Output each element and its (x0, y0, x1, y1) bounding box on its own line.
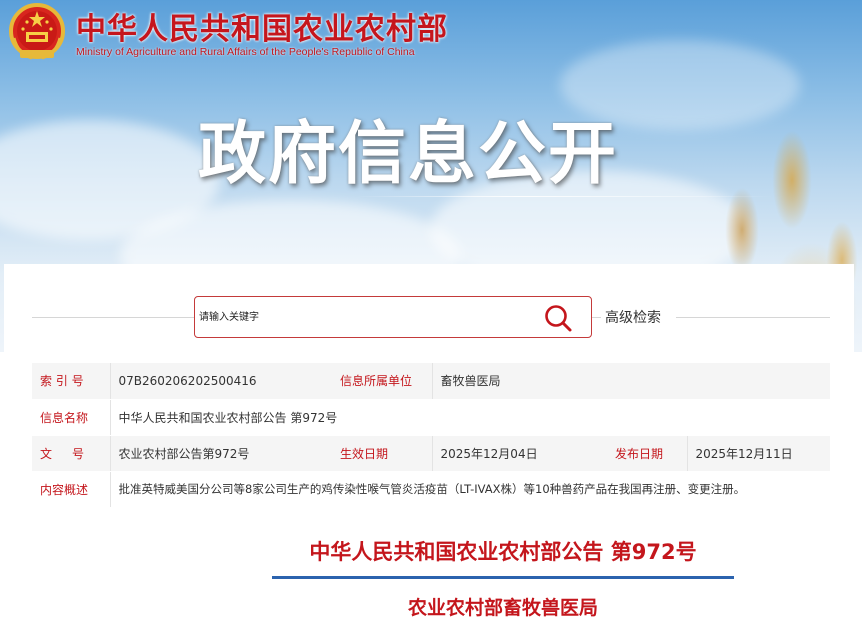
banner-divider (355, 196, 775, 197)
table-row: 内容概述 批准英特威美国分公司等8家公司生产的鸡传染性喉气管炎活疫苗（LT-IV… (32, 471, 830, 508)
ministry-name-en: Ministry of Agriculture and Rural Affair… (76, 46, 415, 58)
national-emblem-icon (9, 3, 65, 60)
ministry-name-cn: 中华人民共和国农业农村部 (76, 12, 448, 47)
publish-date-label: 发布日期 (607, 435, 687, 472)
name-value: 中华人民共和国农业农村部公告 第972号 (109, 399, 830, 436)
advanced-search-link[interactable]: 高级检索 (605, 307, 661, 327)
search-icon[interactable] (543, 303, 573, 333)
search-box (194, 296, 592, 338)
search-divider-left (32, 317, 194, 318)
content-card: 高级检索 索 引 号 07B260206202500416 信息所属单位 畜牧兽… (4, 264, 854, 522)
table-row: 文号 农业农村部公告第972号 生效日期 2025年12月04日 发布日期 20… (32, 435, 830, 472)
table-row: 索 引 号 07B260206202500416 信息所属单位 畜牧兽医局 (32, 363, 830, 400)
search-input[interactable] (199, 307, 529, 327)
search-divider-right (676, 317, 830, 318)
name-label: 信息名称 (32, 399, 110, 436)
info-table: 索 引 号 07B260206202500416 信息所属单位 畜牧兽医局 信息… (32, 363, 830, 508)
effective-date-label: 生效日期 (332, 435, 432, 472)
document-divider (272, 576, 734, 579)
summary-label: 内容概述 (32, 471, 110, 508)
publish-date-value: 2025年12月11日 (686, 435, 830, 472)
document-title: 中华人民共和国农业农村部公告 第972号 (309, 540, 697, 564)
banner-title: 政府信息公开 (198, 115, 619, 194)
index-label: 索 引 号 (32, 363, 110, 400)
unit-value: 畜牧兽医局 (431, 363, 830, 400)
search-divider-mid (592, 317, 601, 318)
summary-value: 批准英特威美国分公司等8家公司生产的鸡传染性喉气管炎活疫苗（LT-IVAX株）等… (109, 471, 830, 508)
doc-number-value: 农业农村部公告第972号 (109, 435, 332, 472)
document-issuer: 农业农村部畜牧兽医局 (407, 597, 598, 619)
index-value: 07B260206202500416 (109, 363, 332, 400)
unit-label: 信息所属单位 (332, 363, 432, 400)
doc-number-label: 文号 (32, 435, 110, 472)
effective-date-value: 2025年12月04日 (431, 435, 607, 472)
table-row: 信息名称 中华人民共和国农业农村部公告 第972号 (32, 399, 830, 436)
